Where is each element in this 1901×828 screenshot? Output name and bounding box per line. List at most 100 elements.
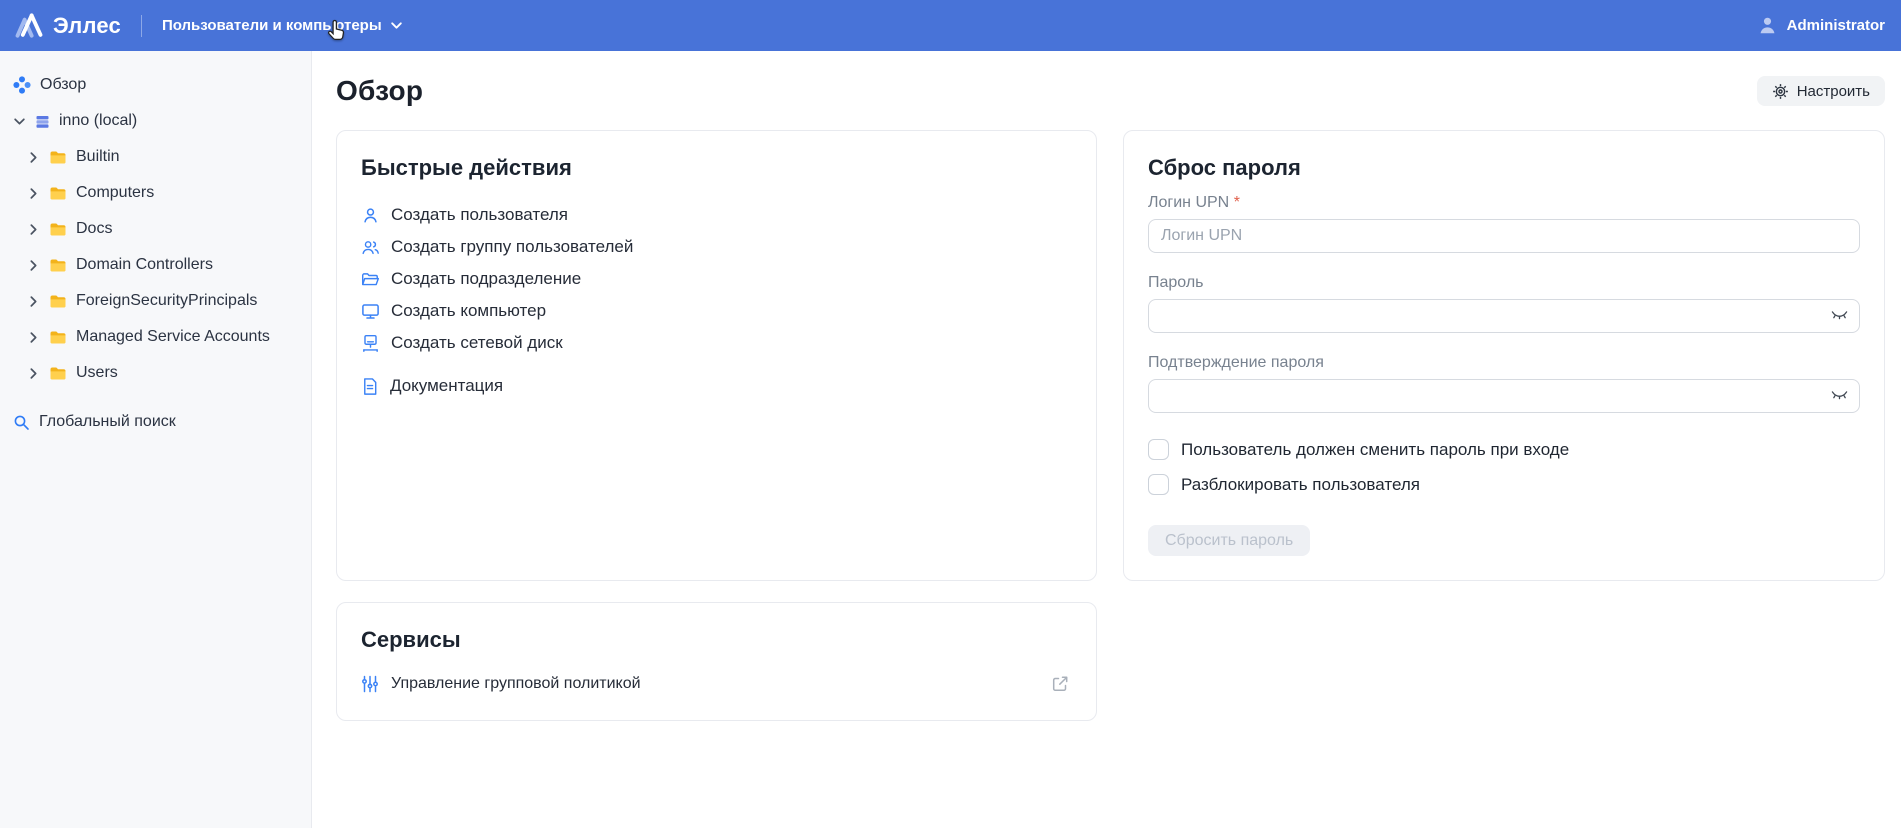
chevron-right-icon[interactable] (27, 295, 40, 308)
sidebar-item-foreign-security-principals[interactable]: ForeignSecurityPrincipals (0, 283, 311, 319)
chevron-right-icon[interactable] (27, 187, 40, 200)
upn-input[interactable] (1148, 219, 1860, 253)
create-network-drive-link[interactable]: Создать сетевой диск (361, 327, 1072, 359)
sidebar-item-managed-service-accounts[interactable]: Managed Service Accounts (0, 319, 311, 355)
monitor-icon (361, 302, 380, 321)
header-divider (140, 14, 142, 37)
toggle-confirm-visibility-button[interactable] (1829, 388, 1850, 405)
network-drive-icon (361, 334, 380, 353)
folder-icon (49, 258, 67, 273)
sidebar-item-builtin[interactable]: Builtin (0, 139, 311, 175)
sidebar-overview-label: Обзор (40, 76, 87, 93)
configure-button[interactable]: Настроить (1756, 76, 1885, 106)
user-avatar-icon (1757, 15, 1778, 36)
quick-actions-title: Быстрые действия (361, 155, 572, 180)
open-folder-icon (361, 271, 380, 288)
confirm-password-input[interactable] (1148, 379, 1860, 413)
main-content: Обзор Настроить Быстрые действия Создать… (312, 51, 1901, 828)
chevron-right-icon[interactable] (27, 223, 40, 236)
sidebar-domain-node[interactable]: inno (local) (0, 103, 311, 139)
password-input[interactable] (1148, 299, 1860, 333)
reset-password-button[interactable]: Сбросить пароль (1148, 525, 1311, 556)
unlock-user-checkbox-row[interactable]: Разблокировать пользователя (1148, 474, 1860, 495)
tree-item-label: Docs (76, 220, 113, 237)
sidebar-item-domain-controllers[interactable]: Domain Controllers (0, 247, 311, 283)
upn-label: Логин UPN * (1148, 194, 1240, 211)
tree-item-label: Computers (76, 184, 155, 201)
chevron-down-icon (390, 19, 403, 32)
document-icon (361, 377, 379, 396)
create-user-group-link[interactable]: Создать группу пользователей (361, 231, 1072, 263)
eye-closed-icon (1831, 390, 1848, 403)
sidebar-domain-label: inno (local) (59, 112, 138, 129)
overview-dots-icon (13, 76, 31, 94)
unlock-user-checkbox[interactable] (1148, 474, 1169, 495)
checkbox-label: Разблокировать пользователя (1181, 474, 1420, 494)
user-group-icon (361, 238, 380, 257)
create-org-unit-link[interactable]: Создать подразделение (361, 263, 1072, 295)
top-bar: Эллес Пользователи и компьютеры Administ… (0, 0, 1901, 51)
quick-action-label: Создать сетевой диск (391, 333, 563, 352)
documentation-link[interactable]: Документация (361, 370, 1072, 402)
sidebar-item-overview[interactable]: Обзор (0, 67, 311, 103)
sidebar-item-docs[interactable]: Docs (0, 211, 311, 247)
chevron-right-icon[interactable] (27, 259, 40, 272)
required-asterisk: * (1233, 194, 1240, 211)
quick-action-label: Создать подразделение (391, 269, 582, 288)
service-label: Управление групповой политикой (391, 675, 641, 692)
chevron-right-icon[interactable] (27, 367, 40, 380)
app-switcher-label: Пользователи и компьютеры (161, 17, 382, 34)
folder-icon (49, 222, 67, 237)
sidebar-item-users[interactable]: Users (0, 355, 311, 391)
confirm-password-label: Подтверждение пароля (1148, 354, 1324, 371)
quick-action-label: Создать пользователя (391, 205, 568, 224)
tree-item-label: Builtin (76, 148, 120, 165)
logo-icon (14, 11, 44, 41)
app-switcher-dropdown[interactable]: Пользователи и компьютеры (162, 17, 403, 34)
must-change-password-checkbox-row[interactable]: Пользователь должен сменить пароль при в… (1148, 439, 1860, 460)
must-change-password-checkbox[interactable] (1148, 439, 1169, 460)
chevron-right-icon[interactable] (27, 331, 40, 344)
chevron-down-icon[interactable] (13, 115, 26, 128)
external-link-icon[interactable] (1048, 672, 1072, 696)
user-icon (361, 206, 380, 225)
create-user-link[interactable]: Создать пользователя (361, 199, 1072, 231)
configure-button-label: Настроить (1796, 82, 1870, 100)
user-menu[interactable]: Administrator (1757, 15, 1885, 36)
user-name-label: Administrator (1786, 17, 1885, 34)
quick-action-label: Документация (390, 376, 504, 395)
folder-icon (49, 150, 67, 165)
sliders-icon (361, 675, 379, 693)
global-search-label: Глобальный поиск (39, 413, 176, 430)
eye-closed-icon (1831, 310, 1848, 323)
page-title: Обзор (336, 75, 424, 106)
chevron-right-icon[interactable] (27, 151, 40, 164)
checkbox-label: Пользователь должен сменить пароль при в… (1181, 439, 1570, 459)
folder-icon (49, 366, 67, 381)
create-computer-link[interactable]: Создать компьютер (361, 295, 1072, 327)
toggle-password-visibility-button[interactable] (1829, 308, 1850, 325)
folder-icon (49, 330, 67, 345)
tree-item-label: Domain Controllers (76, 256, 213, 273)
domain-icon (35, 114, 50, 129)
tree-item-label: Managed Service Accounts (76, 328, 270, 345)
sidebar: Обзор inno (local) Builtin Computers Doc… (0, 51, 312, 828)
sidebar-item-computers[interactable]: Computers (0, 175, 311, 211)
gear-icon (1772, 83, 1789, 100)
tree-item-label: Users (76, 364, 118, 381)
tree-item-label: ForeignSecurityPrincipals (76, 292, 258, 309)
services-title: Сервисы (361, 627, 461, 652)
password-reset-card: Сброс пароля Логин UPN * Пароль Подтверж… (1123, 130, 1885, 581)
search-icon (13, 414, 30, 431)
folder-icon (49, 186, 67, 201)
sidebar-item-global-search[interactable]: Глобальный поиск (0, 404, 311, 440)
app-logo: Эллес (14, 11, 121, 41)
group-policy-service-link[interactable]: Управление групповой политикой (361, 672, 1072, 696)
logo-text: Эллес (53, 12, 121, 38)
quick-action-label: Создать компьютер (391, 301, 547, 320)
services-card: Сервисы Управление групповой политикой (336, 602, 1097, 721)
quick-action-label: Создать группу пользователей (391, 237, 634, 256)
quick-actions-card: Быстрые действия Создать пользователя Со… (336, 130, 1097, 581)
folder-icon (49, 294, 67, 309)
password-reset-title: Сброс пароля (1148, 155, 1301, 180)
